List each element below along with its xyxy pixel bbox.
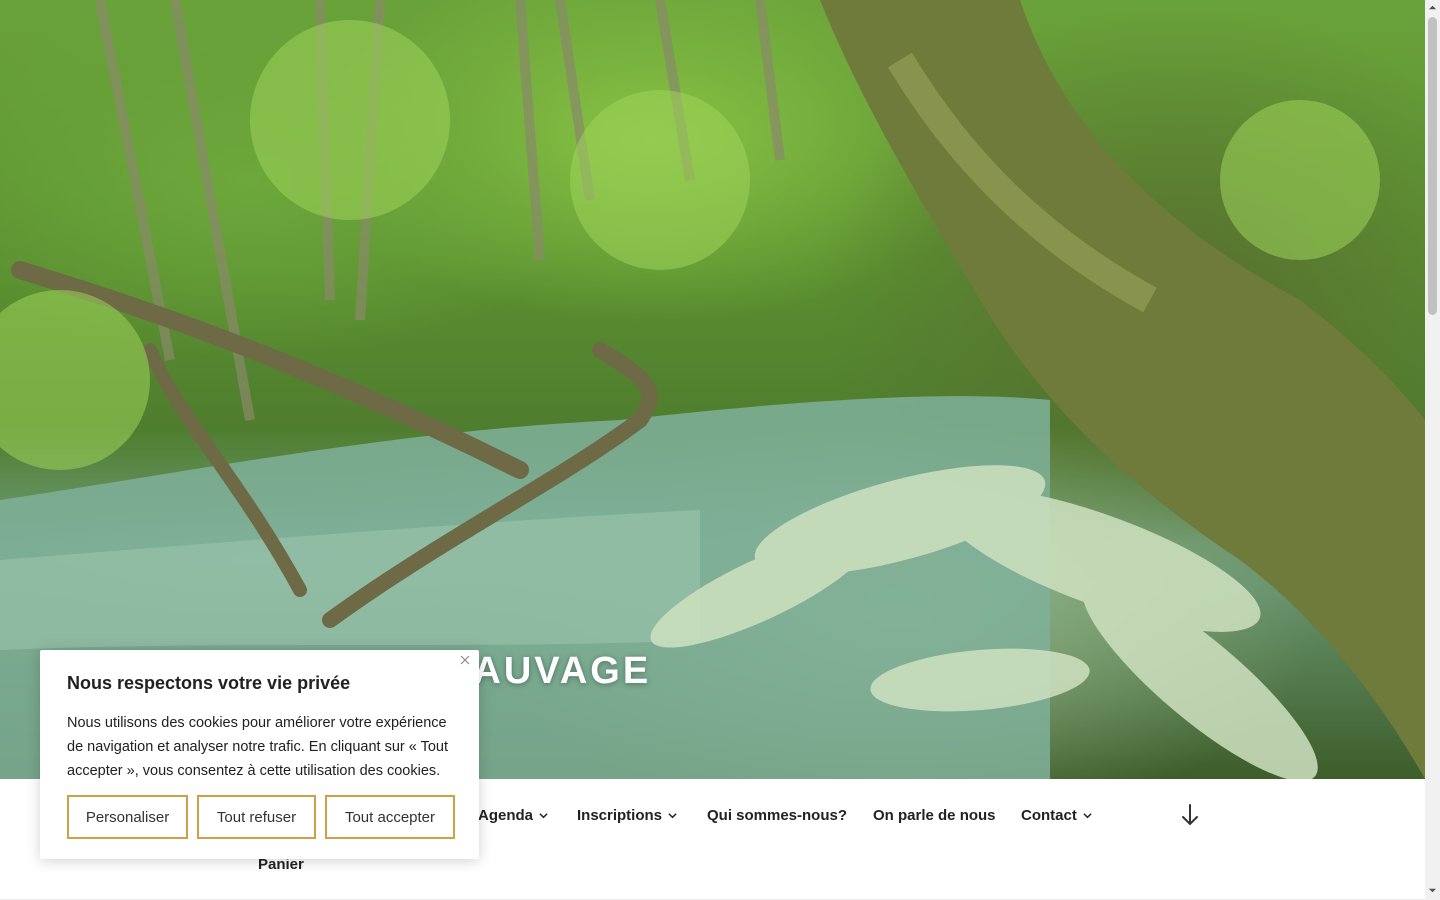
nav-item-on-parle-de-nous[interactable]: On parle de nous xyxy=(873,807,996,824)
chevron-down-icon xyxy=(668,813,677,819)
chevron-down-icon xyxy=(539,813,548,819)
customize-button[interactable]: Personaliser xyxy=(67,795,188,839)
nav-item-label: Agenda xyxy=(478,807,534,824)
close-icon[interactable] xyxy=(459,654,471,666)
scroll-up-arrow-icon[interactable] xyxy=(1428,3,1437,12)
nav-item-contact[interactable]: Contact xyxy=(1021,807,1092,824)
cookie-title: Nous respectons votre vie privée xyxy=(67,673,351,693)
cookie-consent-banner: Nous respectons votre vie privée Nous ut… xyxy=(40,650,479,859)
nav-item-label: Qui sommes-nous? xyxy=(707,807,848,824)
nav-item-label: Inscriptions xyxy=(577,807,663,824)
reject-all-button[interactable]: Tout refuser xyxy=(197,795,316,839)
nav-item-qui-sommes-nous[interactable]: Qui sommes-nous? xyxy=(707,807,847,824)
scroll-down-arrow-icon[interactable] xyxy=(1428,886,1437,895)
nav-item-agenda[interactable]: Agenda xyxy=(478,807,548,824)
accept-all-button[interactable]: Tout accepter xyxy=(325,795,455,839)
arrow-down-icon[interactable] xyxy=(1179,802,1201,828)
scrollbar-thumb[interactable] xyxy=(1428,17,1437,315)
cookie-actions: Personaliser Tout refuser Tout accepter xyxy=(67,795,455,839)
cookie-description: Nous utilisons des cookies pour améliore… xyxy=(67,715,448,779)
chevron-down-icon xyxy=(1083,813,1092,819)
page-scrollbar[interactable] xyxy=(1425,0,1440,900)
nav-item-label: On parle de nous xyxy=(873,807,996,824)
nav-item-inscriptions[interactable]: Inscriptions xyxy=(577,807,677,824)
nav-item-label: Contact xyxy=(1021,807,1077,824)
